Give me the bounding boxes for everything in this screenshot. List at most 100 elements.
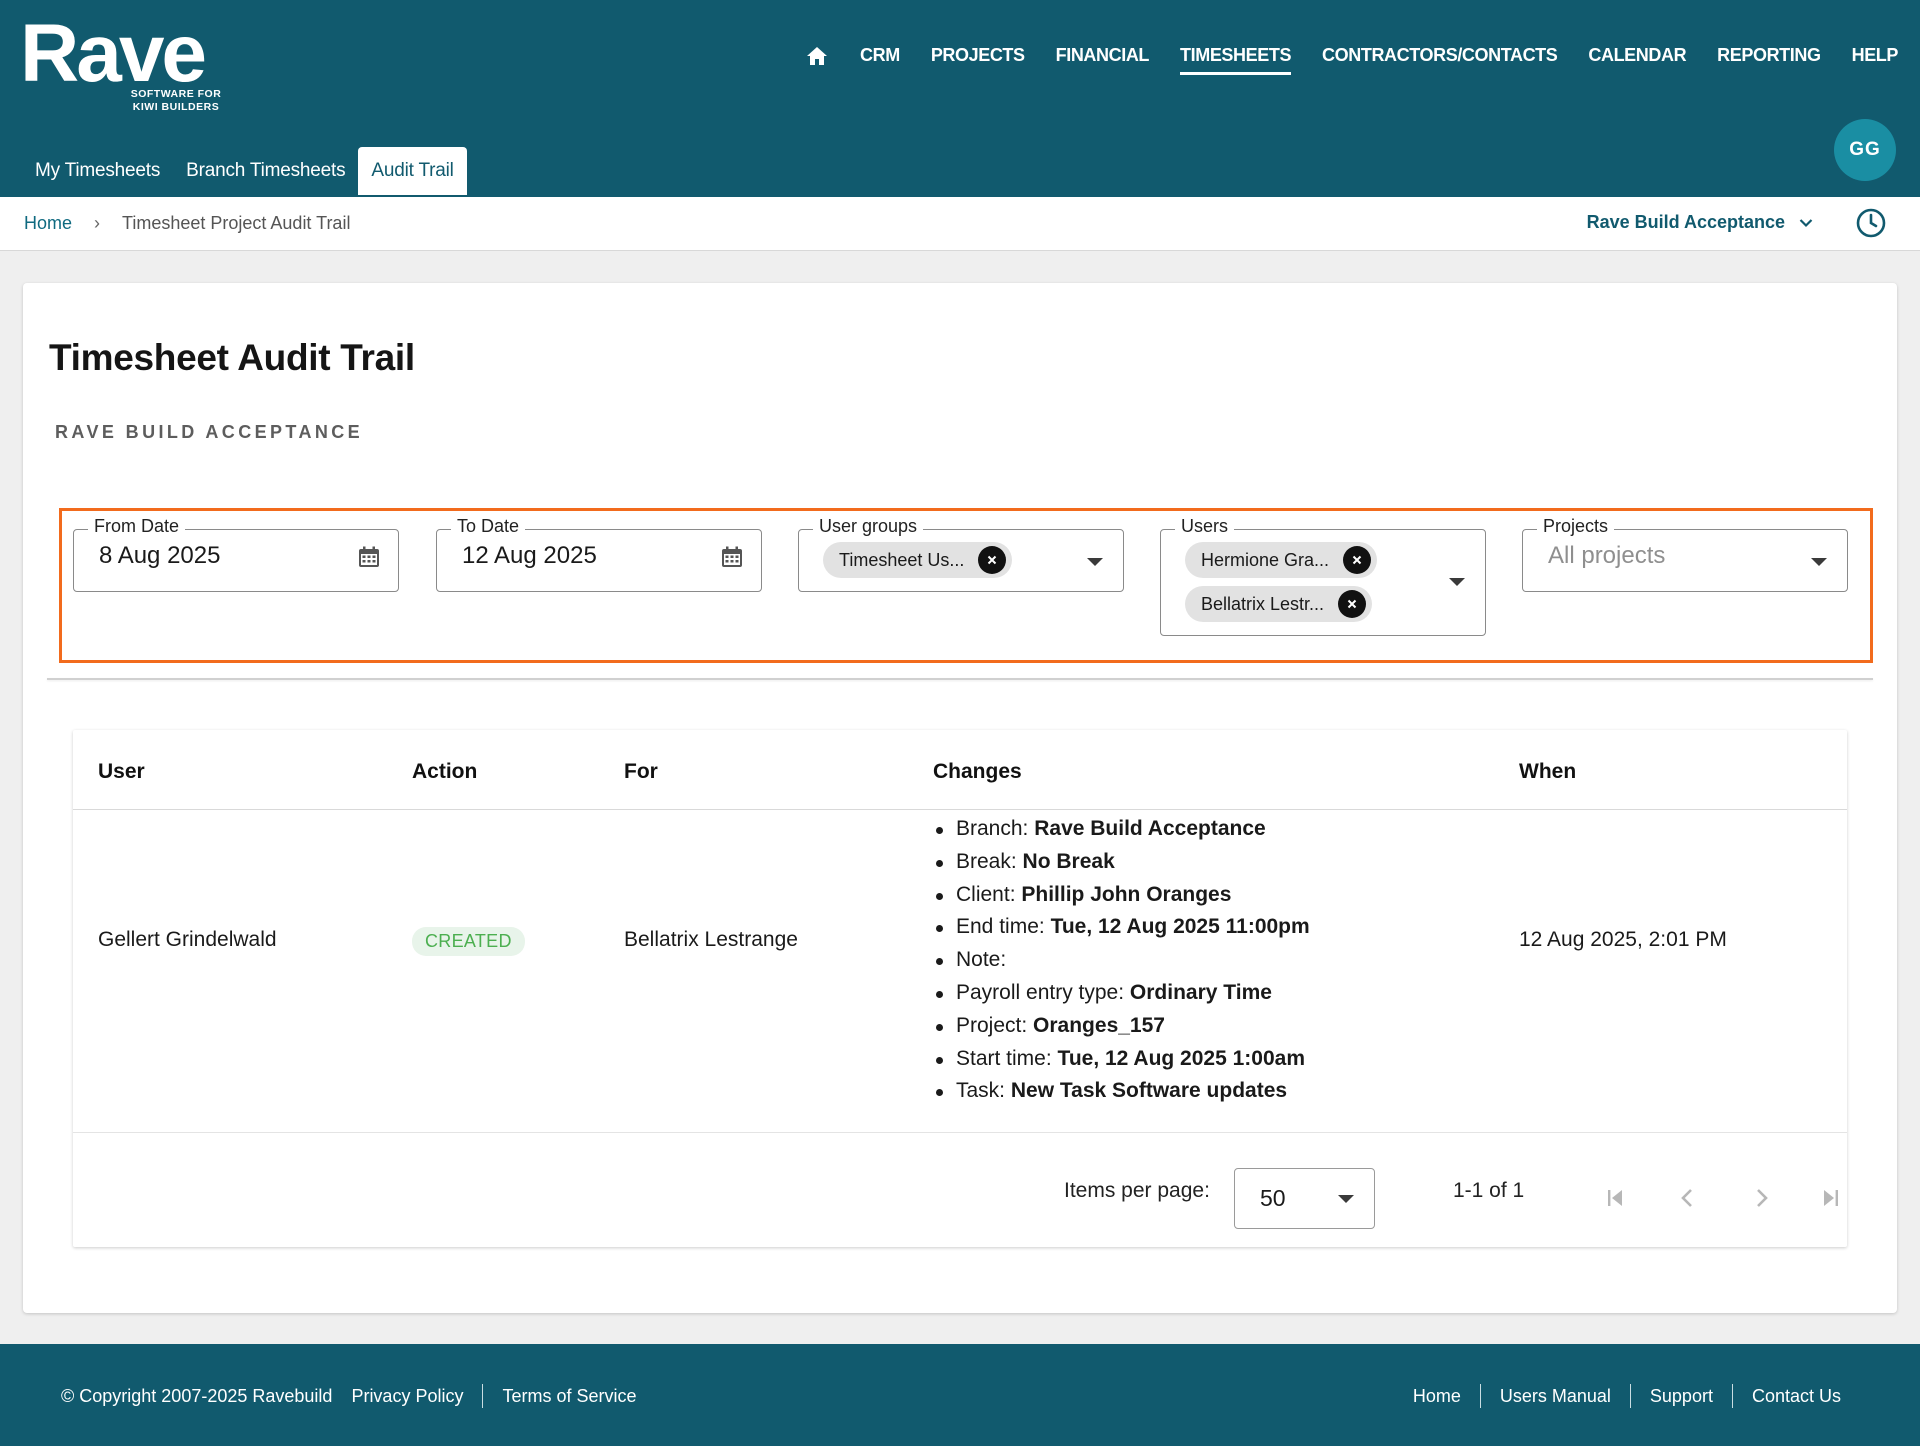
nav-reporting[interactable]: REPORTING [1717,45,1821,75]
main-card: Timesheet Audit Trail RAVE BUILD ACCEPTA… [23,283,1897,1313]
footer-right: Home Users Manual Support Contact Us [1413,1384,1841,1408]
main-nav: CRM PROJECTS FINANCIAL TIMESHEETS CONTRA… [805,44,1898,76]
change-key: Branch: [956,817,1029,840]
user-chip: Bellatrix Lestr... [1185,586,1373,622]
breadcrumb-bar: Home › Timesheet Project Audit Trail Rav… [0,197,1920,251]
remove-chip-icon[interactable] [1338,590,1367,618]
change-item: Project: Oranges_157 [931,1010,1491,1043]
cell-for: Bellatrix Lestrange [624,928,798,951]
users-field[interactable]: Users Hermione Gra... Bellatrix Lestr... [1160,516,1486,636]
column-header-action[interactable]: Action [412,760,477,784]
nav-crm[interactable]: CRM [860,45,900,75]
column-header-when[interactable]: When [1519,760,1576,784]
from-date-field[interactable]: From Date 8 Aug 2025 [73,516,399,592]
previous-page-icon[interactable] [1675,1185,1701,1211]
change-value: Phillip John Oranges [1021,882,1232,906]
user-chip-label: Hermione Gra... [1201,549,1330,570]
cell-when: 12 Aug 2025, 2:01 PM [1519,928,1727,951]
logo-tagline-line1: SOFTWARE FOR [130,88,222,100]
remove-chip-icon[interactable] [978,546,1007,574]
user-avatar[interactable]: GG [1834,119,1896,181]
column-header-for[interactable]: For [624,760,658,784]
to-date-label: To Date [451,516,526,537]
change-item: Note: [931,944,1491,977]
change-value: New Task Software updates [1010,1079,1288,1103]
calendar-icon[interactable] [721,546,743,568]
from-date-value: 8 Aug 2025 [99,542,221,569]
nav-timesheets[interactable]: TIMESHEETS [1180,45,1291,75]
dropdown-caret-icon [1338,1195,1354,1203]
tab-audit-trail[interactable]: Audit Trail [358,147,467,195]
dropdown-caret-icon[interactable] [1811,558,1827,566]
change-key: Payroll entry type: [956,980,1125,1004]
logo-wordmark: Rave [20,8,207,99]
change-item: Break: No Break [931,846,1491,879]
change-key: Task: [956,1079,1006,1103]
dropdown-caret-icon[interactable] [1449,578,1465,586]
page-title: Timesheet Audit Trail [49,337,415,378]
pagination-range: 1-1 of 1 [1453,1179,1525,1202]
home-icon[interactable] [805,44,829,68]
nav-help[interactable]: HELP [1852,45,1899,75]
row-divider [73,1132,1847,1133]
items-per-page-label: Items per page: [1064,1179,1210,1202]
change-item: Branch: Rave Build Acceptance [931,813,1491,846]
footer-home-link[interactable]: Home [1413,1386,1461,1407]
branch-selector[interactable]: Rave Build Acceptance [1587,212,1813,233]
change-value: Rave Build Acceptance [1034,817,1266,840]
nav-financial[interactable]: FINANCIAL [1056,45,1150,75]
breadcrumb-current: Timesheet Project Audit Trail [122,213,351,233]
projects-placeholder: All projects [1548,542,1666,569]
user-chip: Hermione Gra... [1185,542,1378,578]
items-per-page-value: 50 [1260,1185,1286,1211]
user-chip-label: Bellatrix Lestr... [1201,593,1325,614]
change-value: Ordinary Time [1129,980,1272,1004]
next-page-icon[interactable] [1748,1185,1774,1211]
users-manual-link[interactable]: Users Manual [1500,1386,1611,1407]
clock-icon[interactable] [1855,207,1887,239]
footer-divider [1479,1384,1481,1408]
dropdown-caret-icon[interactable] [1087,558,1103,566]
column-header-changes[interactable]: Changes [933,760,1022,784]
items-per-page-select[interactable]: 50 [1234,1168,1375,1229]
projects-field[interactable]: Projects All projects [1522,516,1848,592]
terms-of-service-link[interactable]: Terms of Service [502,1386,636,1407]
rave-logo[interactable]: Rave SOFTWARE FOR KIWI BUILDERS [20,8,221,114]
change-item: Payroll entry type: Ordinary Time [931,977,1491,1010]
footer-divider [1629,1384,1631,1408]
tab-branch-timesheets[interactable]: Branch Timesheets [173,147,358,195]
nav-contractors-contacts[interactable]: CONTRACTORS/CONTACTS [1322,45,1558,75]
tab-my-timesheets[interactable]: My Timesheets [22,147,173,195]
nav-projects[interactable]: PROJECTS [931,45,1025,75]
nav-calendar[interactable]: CALENDAR [1588,45,1686,75]
audit-table: User Action For Changes When Gellert Gri… [73,730,1847,1247]
header-divider [73,809,1847,810]
footer-divider [1731,1384,1733,1408]
user-groups-label: User groups [813,516,924,537]
contact-us-link[interactable]: Contact Us [1752,1386,1841,1407]
to-date-field[interactable]: To Date 12 Aug 2025 [436,516,762,592]
change-key: Project: [956,1013,1028,1037]
user-group-chip: Timesheet Us... [823,542,1013,578]
calendar-icon[interactable] [358,546,380,568]
user-groups-field[interactable]: User groups Timesheet Us... [798,516,1124,592]
change-key: Break: [956,849,1017,873]
privacy-policy-link[interactable]: Privacy Policy [351,1386,463,1407]
footer-left: © Copyright 2007-2025 Ravebuild Privacy … [61,1384,637,1408]
remove-chip-icon[interactable] [1343,546,1372,574]
breadcrumb-home[interactable]: Home [24,213,72,234]
support-link[interactable]: Support [1650,1386,1713,1407]
users-label: Users [1175,516,1235,537]
change-value: Tue, 12 Aug 2025 11:00pm [1050,915,1310,939]
from-date-label: From Date [88,516,186,537]
change-value: Tue, 12 Aug 2025 1:00am [1057,1046,1305,1070]
first-page-icon[interactable] [1602,1185,1628,1211]
footer-divider [482,1384,484,1408]
change-key: Client: [956,882,1016,906]
chevron-down-icon [1799,218,1813,227]
last-page-icon[interactable] [1818,1185,1844,1211]
column-header-user[interactable]: User [98,760,145,784]
cell-user: Gellert Grindelwald [98,928,277,951]
user-group-chip-label: Timesheet Us... [839,549,965,570]
change-key: End time: [956,915,1045,939]
